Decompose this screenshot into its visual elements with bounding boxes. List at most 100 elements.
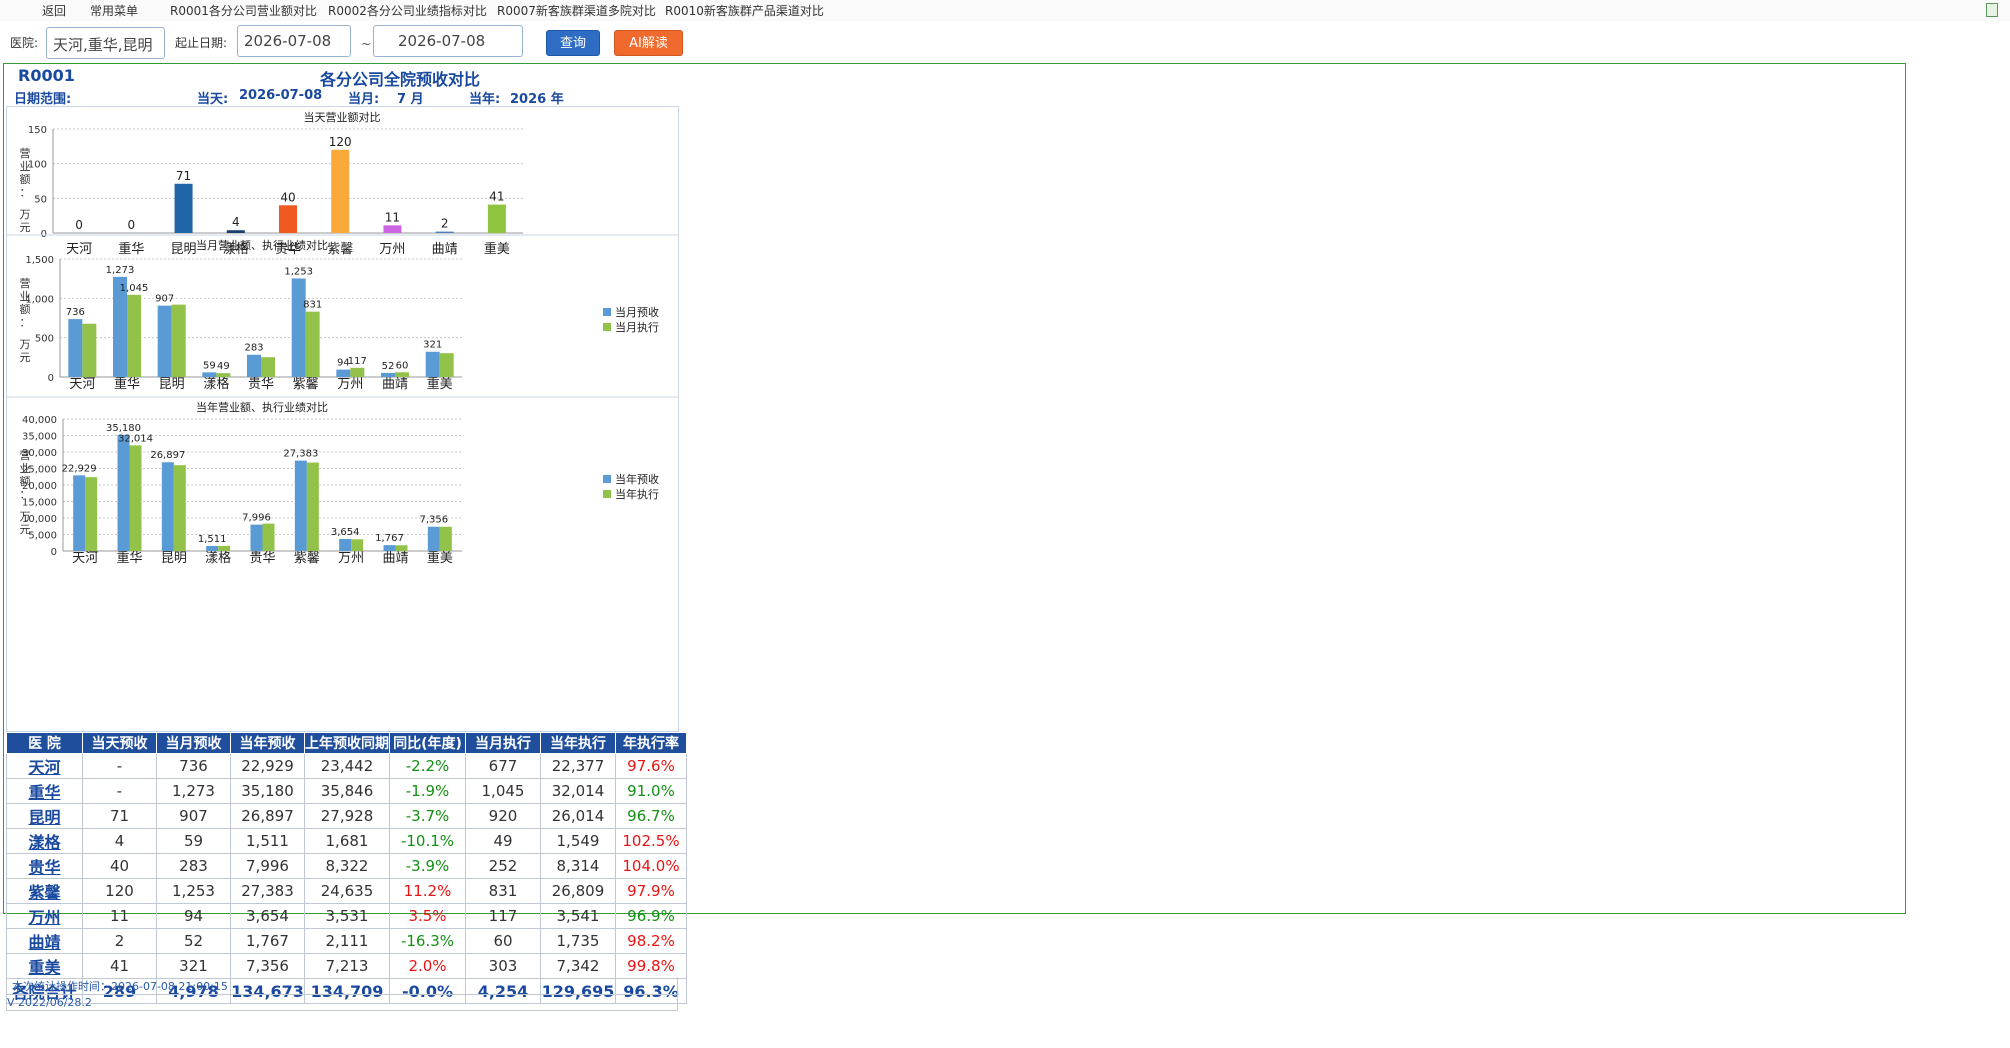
cell-month: 59	[156, 828, 231, 854]
query-button[interactable]: 查询	[546, 30, 600, 56]
today-label: 当天:	[197, 92, 229, 107]
cell-hospital[interactable]: 万州	[6, 903, 83, 929]
date-start-input[interactable]: 2026-07-08	[237, 25, 351, 57]
y-axis-label-char: 元	[20, 221, 31, 234]
bar-prepaid	[425, 351, 440, 377]
x-tick-label: 贵华	[249, 551, 275, 566]
ai-interpret-button[interactable]: AI解读	[614, 30, 683, 56]
today-value: 2026-07-08	[239, 88, 323, 103]
cell-hospital[interactable]: 紫馨	[6, 878, 83, 904]
y-axis-label-char: 营	[20, 448, 31, 462]
cell-yoy: -1.9%	[389, 778, 466, 804]
header-yoy[interactable]: 同比(年度)	[389, 732, 466, 754]
chart-title: 当天营业额对比	[304, 110, 381, 124]
month-label: 当月:	[348, 92, 380, 107]
bar-executed	[351, 539, 364, 551]
x-tick-label: 天河	[69, 377, 95, 392]
data-label: 283	[244, 343, 263, 354]
y-tick-label: 40,000	[22, 415, 57, 426]
header-exec-rate[interactable]: 年执行率	[615, 732, 687, 754]
cell-hospital[interactable]: 贵华	[6, 853, 83, 879]
cell-year-exec: 3,541	[540, 903, 616, 929]
cell-today: 40	[82, 853, 157, 879]
data-label: 32,014	[118, 433, 153, 444]
x-tick-label: 万州	[338, 551, 364, 566]
x-tick-label: 万州	[379, 242, 405, 257]
cell-year: 7,356	[230, 953, 305, 979]
cell-hospital[interactable]: 昆明	[6, 803, 83, 829]
x-tick-label: 万州	[337, 377, 363, 392]
cell-hospital[interactable]: 重美	[6, 953, 83, 979]
top-menubar: 返回 常用菜单 R0001各分公司营业额对比 R0002各分公司业绩指标对比 R…	[0, 0, 2010, 21]
menu-r0002[interactable]: R0002各分公司业绩指标对比	[328, 2, 487, 19]
y-tick-label: 0	[51, 547, 57, 558]
cell-yoy: 11.2%	[389, 878, 466, 904]
header-hospital[interactable]: 医 院	[6, 732, 83, 754]
cell-year: 7,996	[230, 853, 305, 879]
cell-hospital[interactable]: 天河	[6, 753, 83, 779]
cell-year: 3,654	[230, 903, 305, 929]
data-label: 7,996	[242, 513, 271, 524]
data-label: 60	[396, 360, 409, 371]
y-tick-label: 0	[48, 373, 54, 384]
menu-back[interactable]: 返回	[42, 2, 66, 19]
hospital-label: 医院:	[10, 36, 39, 50]
excel-icon[interactable]	[1986, 3, 1998, 17]
cell-year: 22,929	[230, 753, 305, 779]
cell-hospital[interactable]: 漾格	[6, 828, 83, 854]
y-axis-label-char: 营	[20, 146, 31, 160]
bar-executed	[439, 353, 454, 377]
bar-prepaid	[161, 462, 174, 551]
x-tick-label: 紫馨	[327, 241, 353, 257]
header-year[interactable]: 当年预收	[230, 732, 305, 754]
x-tick-label: 曲靖	[382, 551, 408, 566]
menu-r0007[interactable]: R0007新客族群渠道多院对比	[497, 2, 656, 19]
cell-last-year: 27,928	[304, 803, 390, 829]
cell-yoy: -3.9%	[389, 853, 466, 879]
cell-month: 283	[156, 853, 231, 879]
table-row: 贵华 40 283 7,996 8,322 -3.9% 252 8,314 104.0%	[6, 853, 687, 879]
summary-table: 医 院 当天预收 当月预收 当年预收 上年预收同期 同比(年度) 当月执行 当年…	[6, 732, 687, 1004]
data-label: 26,897	[150, 450, 185, 461]
x-tick-label: 曲靖	[432, 242, 458, 257]
header-month-exec[interactable]: 当月执行	[465, 732, 541, 754]
x-tick-label: 紫馨	[294, 550, 320, 566]
x-tick-label: 漾格	[205, 550, 231, 566]
hospital-input[interactable]: 天河,重华,昆明	[46, 27, 165, 59]
data-label: 49	[217, 361, 230, 372]
year-value: 2026 年	[510, 92, 564, 107]
cell-month: 321	[156, 953, 231, 979]
header-last-year[interactable]: 上年预收同期	[304, 732, 390, 754]
date-label: 起止日期:	[175, 36, 228, 50]
bar-prepaid	[336, 369, 351, 377]
data-label: 1,045	[120, 283, 149, 294]
report-title: 各分公司全院预收对比	[319, 70, 480, 89]
y-tick-label: 50	[34, 194, 47, 205]
table-row: 漾格 4 59 1,511 1,681 -10.1% 49 1,549 102.5%	[6, 828, 687, 854]
cell-hospital[interactable]: 重华	[6, 778, 83, 804]
cell-year-exec: 7,342	[540, 953, 616, 979]
cell-month-exec: 303	[465, 953, 541, 979]
cell-month-exec: 677	[465, 753, 541, 779]
x-tick-label: 漾格	[203, 376, 229, 392]
y-axis-label-char: 业	[20, 462, 31, 475]
y-tick-label: 150	[28, 125, 47, 136]
cell-exec-rate: 102.5%	[615, 828, 687, 854]
menu-r0010[interactable]: R0010新客族群产品渠道对比	[665, 2, 824, 19]
table-row: 昆明 71 907 26,897 27,928 -3.7% 920 26,014 96.7%	[6, 803, 687, 829]
header-year-exec[interactable]: 当年执行	[540, 732, 616, 754]
menu-common[interactable]: 常用菜单	[90, 2, 138, 19]
cell-yoy: 2.0%	[389, 953, 466, 979]
y-axis-label-char: ：	[20, 186, 31, 199]
date-end-input[interactable]: 2026-07-08	[373, 25, 523, 57]
cell-today: 4	[82, 828, 157, 854]
cell-last-year: 35,846	[304, 778, 390, 804]
menu-r0001[interactable]: R0001各分公司营业额对比	[170, 2, 317, 19]
bar-executed	[395, 545, 408, 551]
y-axis-label-char: 万	[20, 338, 31, 351]
header-today[interactable]: 当天预收	[82, 732, 157, 754]
cell-hospital[interactable]: 曲靖	[6, 928, 83, 954]
header-month[interactable]: 当月预收	[156, 732, 231, 754]
cell-exec-rate: 96.9%	[615, 903, 687, 929]
cell-month: 94	[156, 903, 231, 929]
